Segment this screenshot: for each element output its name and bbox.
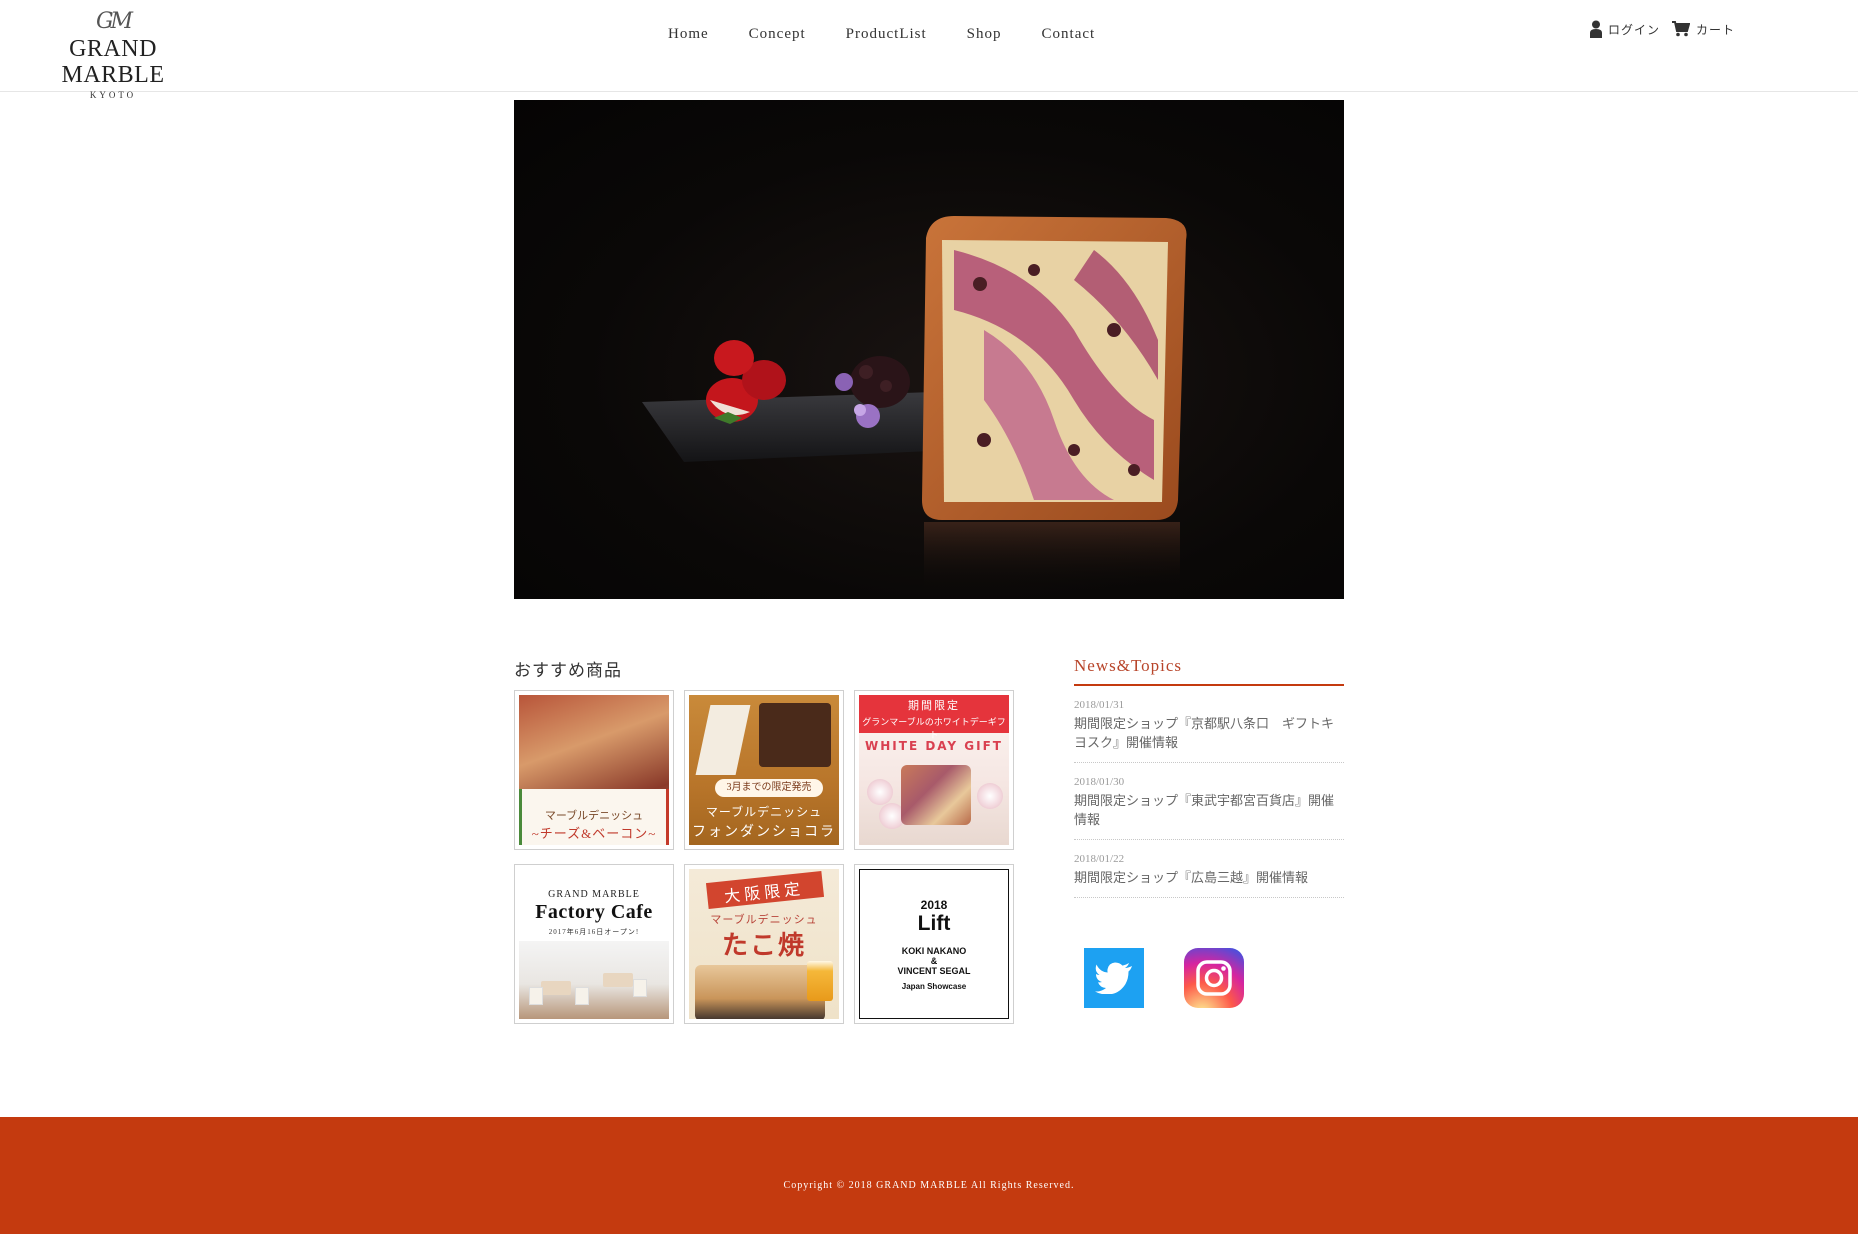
cafe-chair — [529, 987, 543, 1005]
nav-concept[interactable]: Concept — [729, 24, 826, 45]
user-icon — [1590, 20, 1602, 38]
product-tile-fondant-chocolat[interactable]: 3月までの限定発売 マーブルデニッシュ フォンダンショコラ — [684, 690, 844, 850]
tile-caption-line3: 2017年6月16日オープン! — [548, 928, 640, 936]
cafe-table — [603, 973, 633, 987]
news-text: 期間限定ショップ『京都駅八条口 ギフトキヨスク』開催情報 — [1074, 716, 1335, 750]
tile-bread-image — [901, 765, 971, 825]
tile-image: 3月までの限定発売 マーブルデニッシュ フォンダンショコラ — [689, 695, 839, 845]
tile-caption-line1: マーブルデニッシュ — [705, 805, 823, 819]
product-tile-cheese-bacon[interactable]: マーブルデニッシュ ~チーズ&ベーコン~ — [514, 690, 674, 850]
flower-decoration — [867, 779, 893, 805]
tile-caption-line3: WHITE DAY GIFT — [865, 739, 1003, 753]
hero-photo — [642, 216, 1187, 592]
tile-plate-image — [695, 965, 825, 1019]
logo-subtitle: KYOTO — [89, 90, 137, 100]
recommended-grid: マーブルデニッシュ ~チーズ&ベーコン~ 3月までの限定発売 マーブルデニッシュ… — [514, 690, 1014, 1024]
news-text: 期間限定ショップ『東武宇都宮百貨店』開催情報 — [1074, 793, 1335, 827]
site-logo[interactable]: GM GRAND MARBLE KYOTO — [18, 8, 208, 100]
product-tile-factory-cafe[interactable]: GRAND MARBLE Factory Cafe 2017年6月16日オープン… — [514, 864, 674, 1024]
news-date: 2018/01/30 — [1074, 776, 1125, 788]
twitter-link[interactable] — [1084, 948, 1144, 1008]
social-links — [1084, 948, 1244, 1008]
tile-caption-line2: ~チーズ&ベーコン~ — [531, 826, 657, 841]
tile-caption-line2: グランマーブルのホワイトデーギフト — [862, 717, 1006, 740]
tile-beer-image — [807, 961, 833, 1001]
logo-monogram: GM — [95, 9, 133, 34]
cart-label: カート — [1696, 22, 1736, 37]
cart-icon — [1672, 21, 1691, 37]
tile-caption-line1: 2018 — [920, 898, 948, 912]
tile-paper-decoration — [695, 705, 751, 775]
tile-caption-line2: Factory Cafe — [535, 901, 653, 923]
tile-caption-line6: Japan Showcase — [901, 982, 967, 991]
nav-productlist[interactable]: ProductList — [826, 24, 947, 45]
cart-link[interactable]: カート — [1672, 21, 1735, 38]
news-date: 2018/01/31 — [1074, 699, 1125, 711]
instagram-icon — [1196, 960, 1232, 996]
copyright-text: Copyright © 2018 GRAND MARBLE All Rights… — [783, 1180, 1075, 1191]
instagram-link[interactable] — [1184, 948, 1244, 1008]
login-label: ログイン — [1608, 22, 1661, 37]
news-item[interactable]: 2018/01/22 期間限定ショップ『広島三越』開催情報 — [1074, 840, 1344, 898]
tile-caption-line4: & — [930, 956, 938, 966]
news-section: News&Topics 2018/01/31 期間限定ショップ『京都駅八条口 ギ… — [1074, 656, 1344, 898]
news-text: 期間限定ショップ『広島三越』開催情報 — [1074, 870, 1309, 885]
site-footer — [0, 1117, 1858, 1234]
tile-image: 大阪限定 マーブルデニッシュ たこ焼 — [689, 869, 839, 1019]
cafe-table — [541, 981, 571, 995]
product-tile-lift-2018[interactable]: 2018 Lift KOKI NAKANO & VINCENT SEGAL Ja… — [854, 864, 1014, 1024]
site-header: GM GRAND MARBLE KYOTO Home Concept Produ… — [0, 0, 1858, 100]
tile-caption-line2: Lift — [917, 912, 951, 935]
tile-image: GRAND MARBLE Factory Cafe 2017年6月16日オープン… — [519, 869, 669, 1019]
main-nav: Home Concept ProductList Shop Contact — [648, 24, 1115, 45]
tile-caption-line2: フォンダンショコラ — [692, 825, 836, 840]
tile-caption-line3: たこ焼 — [721, 931, 806, 960]
tile-caption-line3: KOKI NAKANO — [901, 946, 967, 956]
news-date: 2018/01/22 — [1074, 853, 1125, 865]
recommended-title: おすすめ商品 — [514, 661, 622, 680]
hero-image — [514, 100, 1344, 599]
login-link[interactable]: ログイン — [1590, 20, 1660, 38]
tile-caption-line1: GRAND MARBLE — [548, 889, 640, 900]
flower-decoration — [977, 783, 1003, 809]
tile-caption-line5: VINCENT SEGAL — [897, 966, 971, 976]
tile-badge: 3月までの限定発売 — [715, 779, 823, 797]
logo-name: GRAND MARBLE — [61, 36, 165, 88]
product-tile-white-day-gift[interactable]: 期間限定 グランマーブルのホワイトデーギフト WHITE DAY GIFT — [854, 690, 1014, 850]
nav-home[interactable]: Home — [648, 24, 729, 45]
tile-image: 2018 Lift KOKI NAKANO & VINCENT SEGAL Ja… — [859, 869, 1009, 1019]
account-links: ログイン カート — [1590, 20, 1735, 38]
tile-image: マーブルデニッシュ ~チーズ&ベーコン~ — [519, 695, 669, 845]
tile-caption-line1: 期間限定 — [908, 700, 960, 712]
cafe-chair — [633, 979, 647, 997]
product-tile-takoyaki[interactable]: 大阪限定 マーブルデニッシュ たこ焼 — [684, 864, 844, 1024]
nav-contact[interactable]: Contact — [1022, 24, 1116, 45]
twitter-icon — [1095, 962, 1132, 994]
cafe-chair — [575, 987, 589, 1005]
news-item[interactable]: 2018/01/30 期間限定ショップ『東武宇都宮百貨店』開催情報 — [1074, 763, 1344, 840]
tile-image: 期間限定 グランマーブルのホワイトデーギフト WHITE DAY GIFT — [859, 695, 1009, 845]
news-item[interactable]: 2018/01/31 期間限定ショップ『京都駅八条口 ギフトキヨスク』開催情報 — [1074, 686, 1344, 763]
tile-caption-line1: マーブルデニッシュ — [544, 810, 644, 822]
tile-cake-image — [759, 703, 831, 767]
nav-shop[interactable]: Shop — [947, 24, 1022, 45]
news-title: News&Topics — [1074, 656, 1344, 686]
